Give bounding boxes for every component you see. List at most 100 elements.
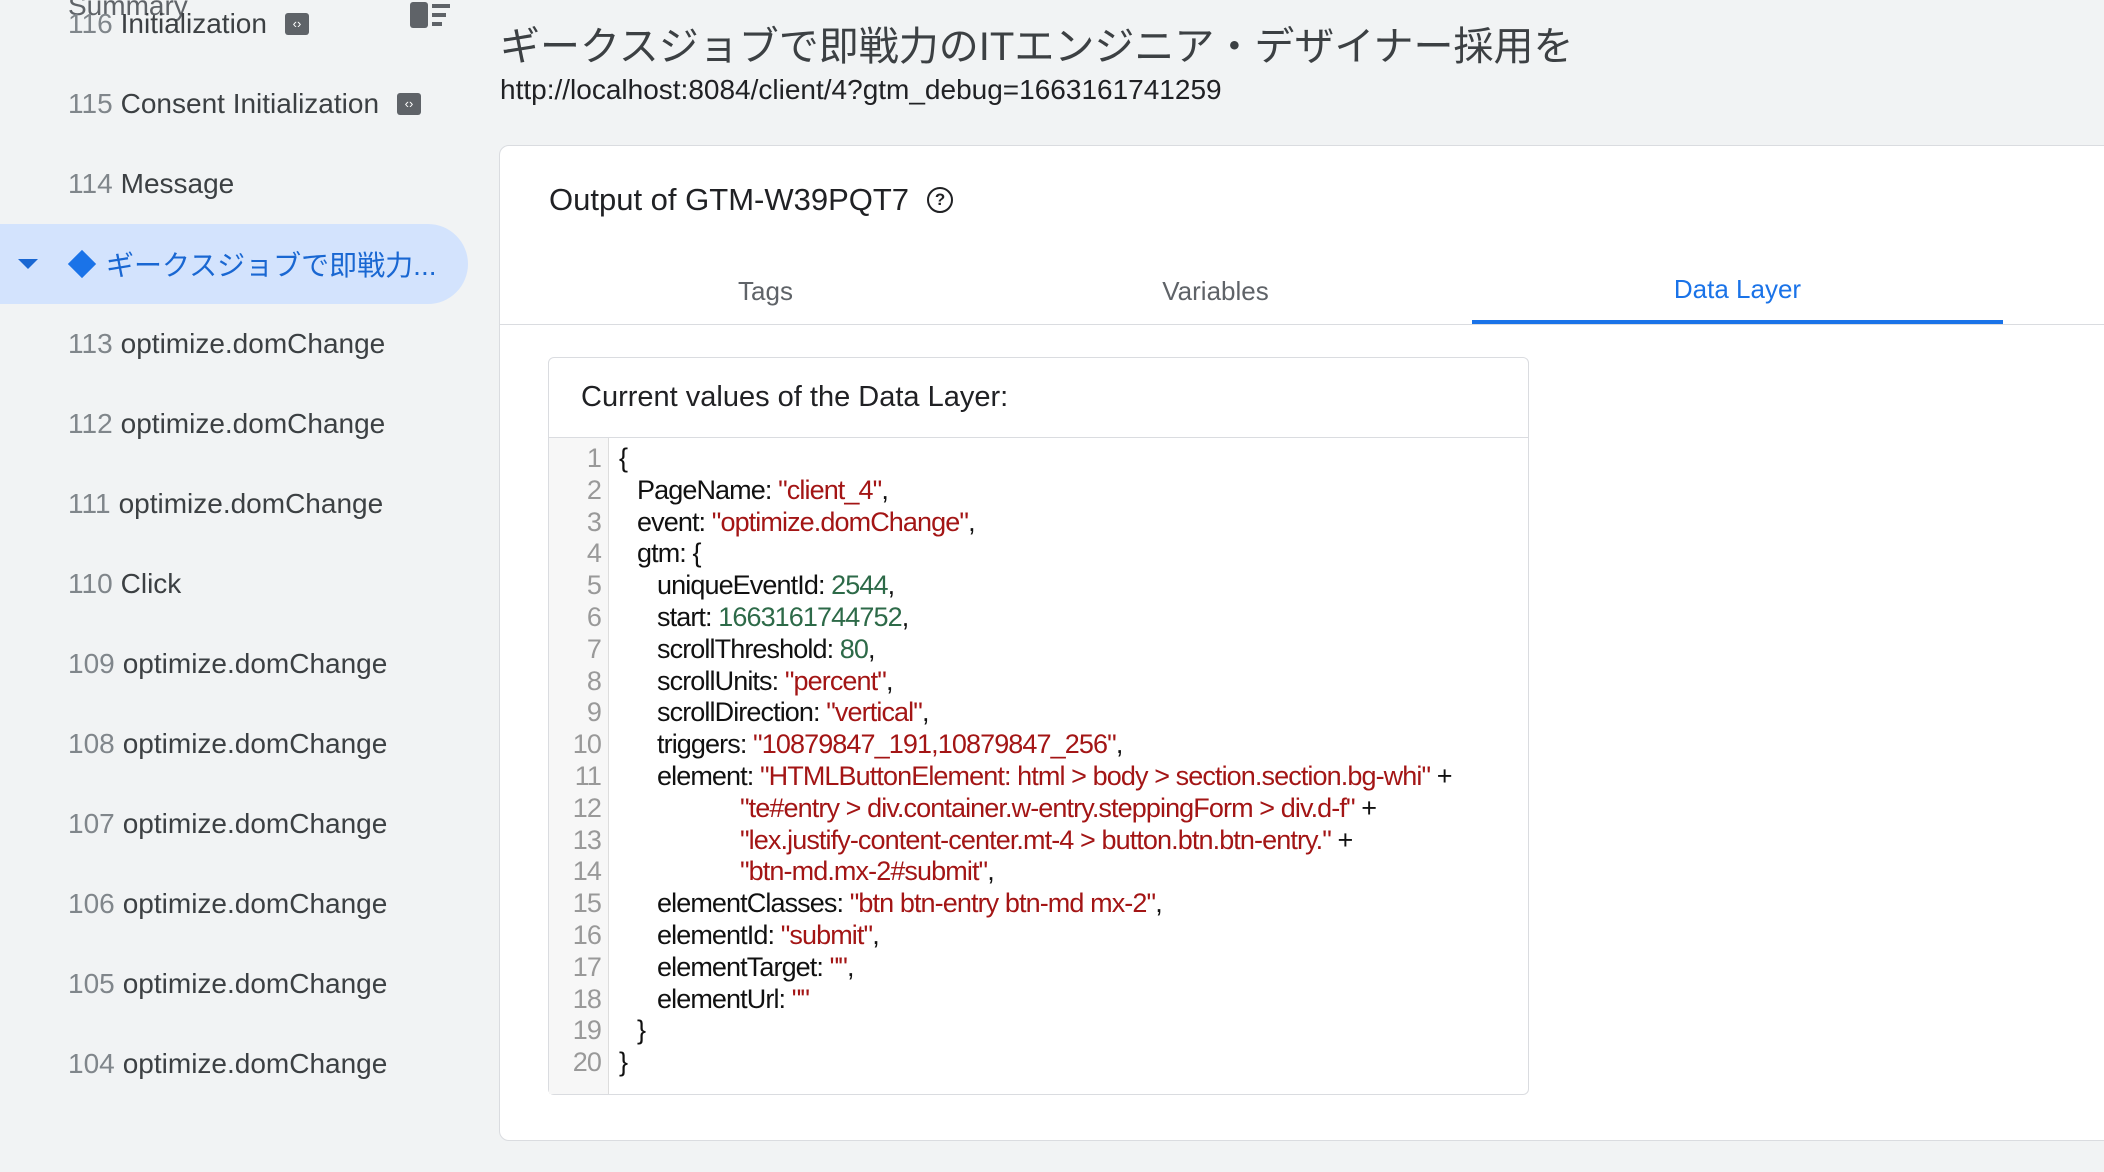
line-number: 13 [572,824,602,855]
code-line: elementUrl: "" [657,983,810,1015]
event-label: optimize.domChange [120,408,386,439]
line-number: 15 [572,888,602,919]
tab-variables[interactable]: Variables [950,258,1481,324]
code-view: 1 2 3 4 5 6 7 8 9 10 11 12 13 14 15 16 17 18 19 20{PageName… [549,438,1528,1094]
code-token: elementUrl: [657,983,792,1014]
event-label: Initialization [120,8,267,39]
code-line: elementId: "submit", [657,919,880,951]
sidebar-event-item[interactable]: ギークスジョブで即戦力... [0,224,468,304]
sidebar-event-item[interactable]: 105 optimize.domChange [0,944,468,1024]
tab-data-layer[interactable]: Data Layer [1472,258,2003,324]
event-number: 106 [68,888,115,919]
sidebar-event-item[interactable]: 106 optimize.domChange [0,864,468,944]
event-label: Consent Initialization [120,88,380,119]
string-value: "optimize.domChange" [711,506,969,537]
string-value: "percent" [784,665,887,696]
code-token: uniqueEventId: [657,570,832,601]
string-value: "lex.justify-content-center.mt-4 > butto… [740,824,1332,855]
code-line: "btn-md.mx-2#submit", [740,855,995,887]
sidebar-event-item[interactable]: 107 optimize.domChange [0,784,468,864]
code-token: elementId: [657,920,781,950]
code-badge-icon: ‹› [397,93,422,115]
code-line: PageName: "client_4", [637,474,889,506]
string-value: "" [791,983,810,1014]
code-token: , [846,951,854,982]
code-token: , [987,856,994,887]
code-token: , [921,697,929,728]
code-token: { [619,443,628,473]
line-number: 14 [572,856,602,887]
event-label: optimize.domChange [122,728,388,759]
event-label: Message [120,168,235,199]
event-number: 112 [68,408,113,439]
line-number: 20 [572,1047,602,1078]
code-line: gtm: { [637,537,702,569]
line-number: 18 [572,983,602,1014]
sidebar-event-item[interactable]: 104 optimize.domChange [0,1024,468,1104]
event-number: 109 [68,648,115,679]
line-number: 9 [586,697,602,728]
string-value: "btn-md.mx-2#submit" [740,856,988,887]
event-number: 105 [68,968,115,999]
code-token: start: [657,602,719,632]
string-value: "10879847_191,10879847_256" [753,729,1117,760]
code-line: } [637,1014,646,1046]
string-value: "client_4" [778,474,882,505]
tab-bar: Tags Variables Data Layer [500,258,2104,325]
code-line: elementTarget: "", [657,951,854,983]
line-number: 8 [586,665,602,696]
event-label: optimize.domChange [120,328,386,359]
event-number: 115 [68,88,113,119]
code-line: uniqueEventId: 2544, [657,569,895,601]
code-token: gtm: { [637,538,702,569]
help-icon[interactable]: ? [927,187,954,213]
event-label: optimize.domChange [122,968,388,999]
sidebar-event-item[interactable]: 112 optimize.domChange [0,384,468,464]
event-number: 104 [68,1048,115,1079]
code-token: , [1115,729,1123,760]
code-token: + [1430,761,1453,791]
sidebar-event-item[interactable]: 110 Click [0,544,468,624]
code-token: scrollThreshold: [657,633,840,664]
sidebar-event-item[interactable]: 115 Consent Initialization ‹› [0,64,468,144]
code-line: scrollDirection: "vertical", [657,696,929,728]
line-number: 19 [572,1015,602,1046]
data-layer-panel: Current values of the Data Layer: 123456… [548,357,1529,1095]
sidebar-event-item[interactable]: 109 optimize.domChange [0,624,468,704]
number-value: 80 [839,633,869,664]
code-token: elementClasses: [657,888,850,919]
caret-down-icon[interactable] [18,259,38,269]
sidebar-event-item[interactable]: 108 optimize.domChange [0,704,468,784]
code-token: , [885,665,893,696]
code-token: scrollUnits: [657,665,785,696]
code-token: event: [637,506,712,537]
line-number: 17 [572,951,602,982]
code-token: triggers: [657,729,754,760]
code-line: elementClasses: "btn btn-entry btn-md mx… [657,887,1163,919]
sidebar: Summary 116 Initialization ‹› 115 Consent In… [0,0,470,1172]
line-number: 2 [586,474,602,505]
string-value: "te#entry > div.container.w-entry.steppi… [740,792,1356,823]
diamond-icon [67,249,97,279]
code-line: scrollThreshold: 80, [657,633,875,665]
code-token: elementTarget: [657,951,830,982]
event-label: optimize.domChange [118,488,384,519]
data-layer-heading: Current values of the Data Layer: [549,358,1528,438]
code-token: , [887,570,895,601]
event-number: 116 [68,8,113,39]
sidebar-event-item[interactable]: 111 optimize.domChange [0,464,468,544]
code-line: start: 1663161744752, [657,601,909,633]
string-value: "HTMLButtonElement: html > body > sectio… [759,761,1431,791]
line-number: 12 [572,792,602,823]
code-token: PageName: [637,474,779,505]
line-number: 16 [572,920,602,950]
event-number: 113 [68,328,113,359]
card-title-text: Output of GTM-W39PQT7 [549,182,910,217]
sidebar-event-item[interactable]: 114 Message [0,144,468,224]
sidebar-event-item[interactable]: 116 Initialization ‹› [0,0,468,64]
sidebar-event-item[interactable]: 113 optimize.domChange [0,304,468,384]
code-token: } [619,1047,628,1078]
code-token: , [868,633,875,664]
line-gutter: 1 2 3 4 5 6 7 8 9 10 11 12 13 14 15 16 17 18 19 20 [549,438,609,1094]
number-value: 2544 [831,570,888,601]
